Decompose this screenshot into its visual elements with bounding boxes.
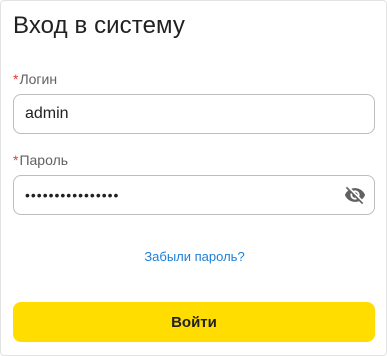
login-label-text: Логин — [19, 71, 58, 87]
password-label-text: Пароль — [19, 152, 69, 168]
required-mark: * — [13, 71, 19, 87]
password-label: *Пароль — [13, 152, 68, 168]
eye-off-icon[interactable] — [344, 184, 366, 206]
forgot-password-link[interactable]: Забыли пароль? — [1, 249, 387, 265]
password-input[interactable] — [14, 176, 374, 214]
login-button[interactable]: Войти — [13, 302, 375, 342]
login-field[interactable] — [13, 94, 375, 134]
login-card: Вход в систему *Логин *Пароль Забыли пар… — [0, 0, 387, 356]
password-field[interactable] — [13, 175, 375, 215]
required-mark: * — [13, 152, 19, 168]
page-title: Вход в систему — [13, 12, 186, 39]
login-input[interactable] — [14, 95, 374, 133]
login-label: *Логин — [13, 71, 57, 87]
